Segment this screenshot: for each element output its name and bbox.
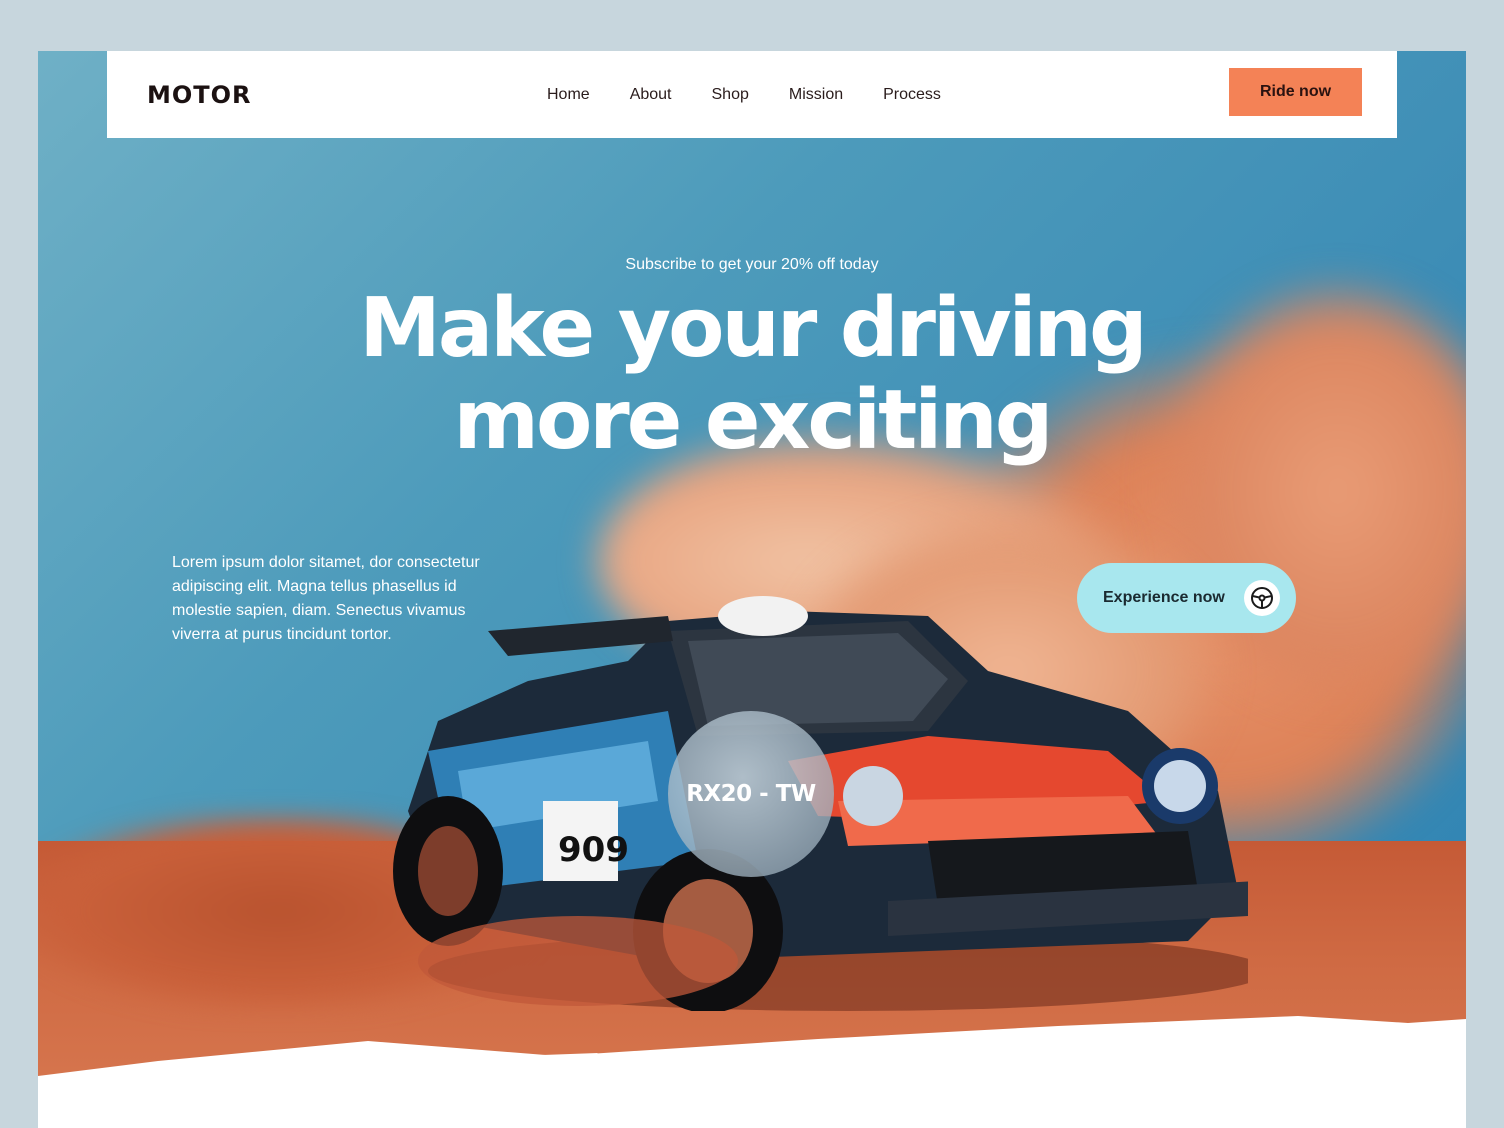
headline-line-1: Make your driving: [359, 281, 1147, 376]
ride-now-button[interactable]: Ride now: [1229, 68, 1362, 116]
headline-line-2: more exciting: [453, 373, 1054, 468]
nav-link-mission[interactable]: Mission: [789, 86, 843, 104]
model-badge: RX20 - TW: [668, 711, 834, 877]
nav-link-process[interactable]: Process: [883, 86, 941, 104]
nav-link-shop[interactable]: Shop: [712, 86, 749, 104]
top-navbar: MOTOR Home About Shop Mission Process Ri…: [107, 51, 1397, 138]
brush-stroke: [38, 1016, 1466, 1128]
main-nav: Home About Shop Mission Process: [547, 51, 941, 138]
car-number: 909: [558, 830, 629, 870]
hero-section: 909 MOTOR Home About Shop Mission Proces…: [38, 51, 1466, 1128]
nav-link-about[interactable]: About: [630, 86, 672, 104]
steering-wheel-icon: [1244, 580, 1280, 616]
nav-link-home[interactable]: Home: [547, 86, 590, 104]
promo-subtitle: Subscribe to get your 20% off today: [625, 256, 879, 273]
hero-headline: Make your driving more exciting: [38, 283, 1466, 467]
brand-logo[interactable]: MOTOR: [147, 81, 252, 109]
model-badge-label: RX20 - TW: [686, 781, 816, 807]
hero-description: Lorem ipsum dolor sitamet, dor consectet…: [172, 554, 480, 643]
experience-now-button[interactable]: Experience now: [1077, 563, 1296, 633]
experience-now-label: Experience now: [1103, 589, 1225, 606]
